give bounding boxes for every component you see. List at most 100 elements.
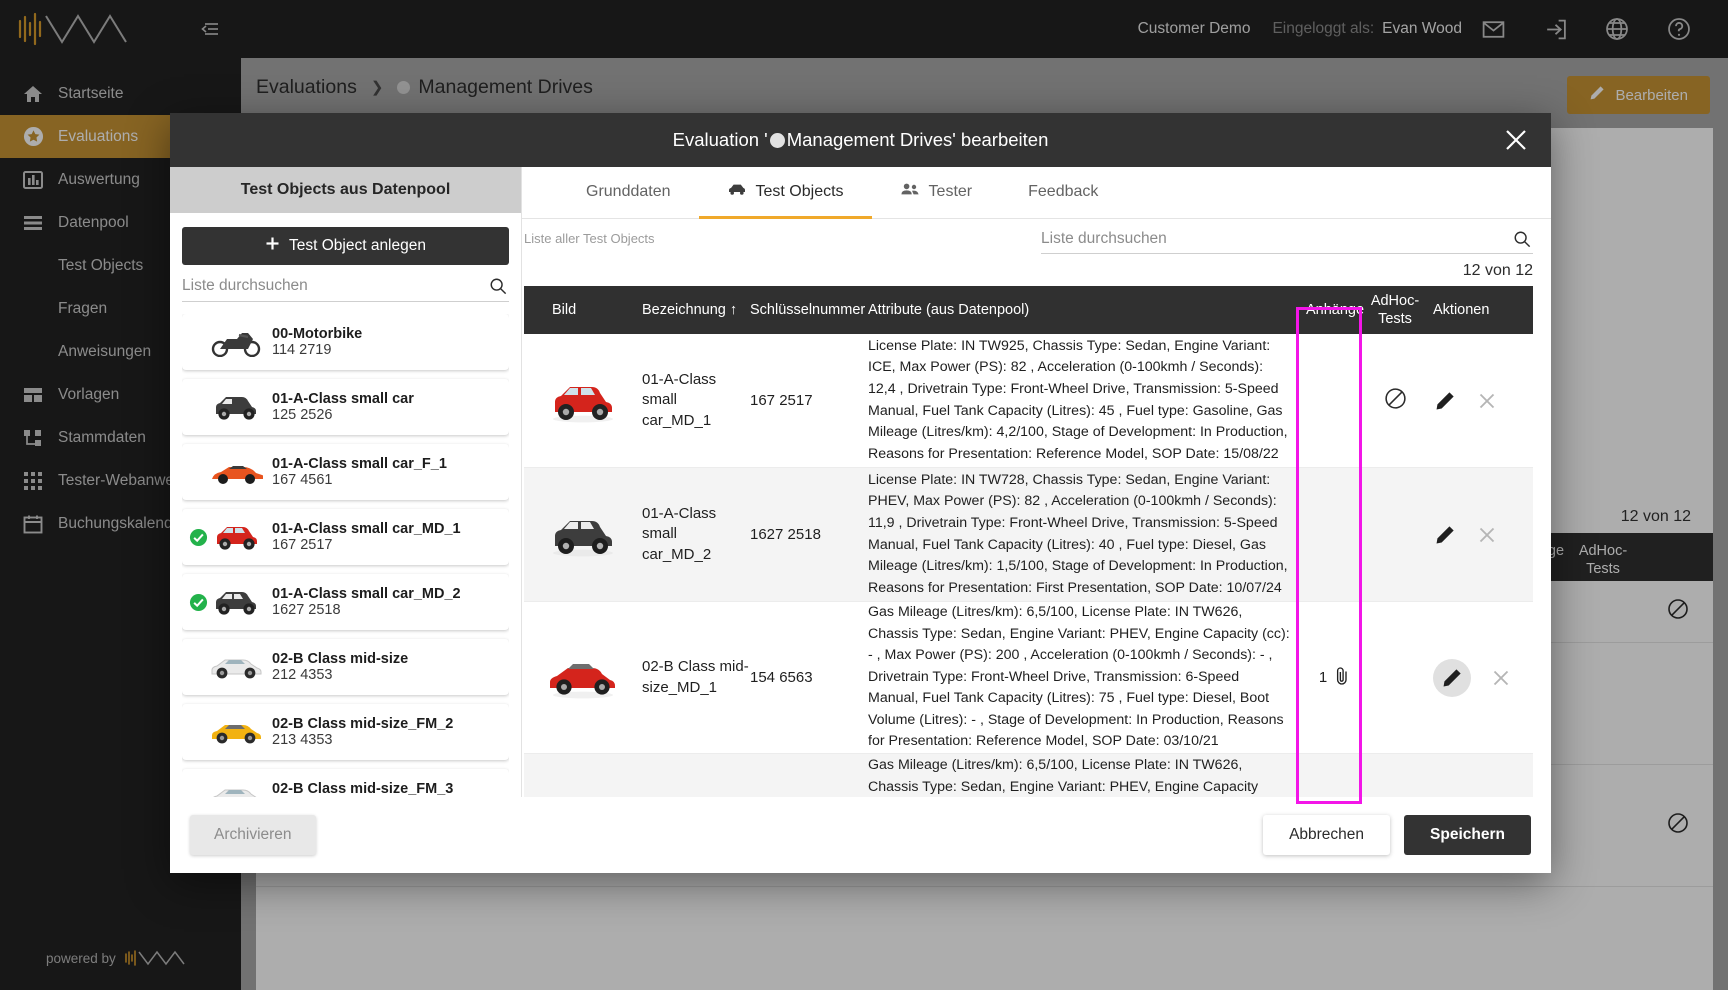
list-item-number: 212 4353 bbox=[272, 667, 333, 683]
tab-grunddaten[interactable]: Grunddaten bbox=[558, 167, 699, 219]
th-attribute[interactable]: Attribute (aus Datenpool) bbox=[868, 301, 1301, 319]
sort-asc-icon: ↑ bbox=[729, 301, 738, 318]
list-item[interactable]: 01-A-Class small car 125 2526 bbox=[182, 379, 509, 435]
th-anhaenge[interactable]: Anhänge bbox=[1301, 301, 1369, 319]
list-item-number: 1627 2518 bbox=[272, 602, 341, 618]
list-item-name: 00-Motorbike bbox=[272, 326, 363, 342]
th-bild[interactable]: Bild bbox=[524, 301, 642, 319]
row-actions bbox=[1421, 389, 1533, 413]
test-object-pool: Test Objects aus Datenpool Test Object a… bbox=[170, 167, 522, 797]
list-item-text: 00-Motorbike 114 2719 bbox=[264, 326, 362, 358]
create-test-object-label: Test Object anlegen bbox=[288, 237, 426, 254]
detail-search-input[interactable] bbox=[1041, 230, 1533, 248]
motorbike-thumb bbox=[208, 327, 264, 357]
list-item-name: 02-B Class mid-size bbox=[272, 651, 409, 667]
list-item[interactable]: 01-A-Class small car_MD_2 1627 2518 bbox=[182, 574, 509, 630]
row-attachments[interactable]: 1 bbox=[1301, 666, 1369, 690]
search-icon[interactable] bbox=[489, 277, 507, 300]
edit-evaluation-modal: Evaluation ' Management Drives ' bearbeite… bbox=[170, 113, 1551, 873]
archive-button[interactable]: Archivieren bbox=[190, 815, 316, 855]
detail-search-row bbox=[522, 230, 1551, 254]
tab-feedback[interactable]: Feedback bbox=[1000, 167, 1126, 219]
th-aktionen[interactable]: Aktionen bbox=[1421, 301, 1533, 319]
cancel-button[interactable]: Abbrechen bbox=[1263, 815, 1391, 855]
th-bezeichnung[interactable]: Bezeichnung ↑ bbox=[642, 301, 750, 319]
selected-check-icon bbox=[188, 593, 208, 612]
tab-label: Grunddaten bbox=[586, 182, 671, 200]
people-icon bbox=[900, 182, 920, 201]
row-attributes: Gas Mileage (Litres/km): 6,5/100, Licens… bbox=[868, 604, 1290, 750]
selected-check-icon bbox=[188, 528, 208, 547]
table-row[interactable]: 02-B Class mid-size_MD_1 154 6563 Gas Mi… bbox=[524, 602, 1533, 755]
pencil-icon[interactable] bbox=[1433, 389, 1457, 413]
list-item-text: 02-B Class mid-size 212 4353 bbox=[264, 651, 408, 683]
modal-title-name: Management Drives bbox=[786, 129, 953, 150]
tab-label: Tester bbox=[928, 182, 973, 200]
modal-detail: Grunddaten Test Objects Tester Feedback … bbox=[522, 167, 1551, 797]
footer-actions: Abbrechen Speichern bbox=[1263, 815, 1531, 855]
tab-test-objects[interactable]: Test Objects bbox=[698, 167, 872, 219]
list-item-text: 01-A-Class small car_MD_1 167 2517 bbox=[264, 521, 461, 553]
pool-search[interactable] bbox=[182, 277, 509, 302]
list-item-text: 01-A-Class small car_F_1 167 4561 bbox=[264, 456, 447, 488]
table-header: Bild Bezeichnung ↑ Schlüsselnummer Attri… bbox=[524, 286, 1533, 334]
list-item[interactable]: 00-Motorbike 114 2719 bbox=[182, 314, 509, 370]
close-x-icon[interactable] bbox=[1475, 389, 1499, 413]
list-item-text: 01-A-Class small car 125 2526 bbox=[264, 391, 414, 423]
list-item-name: 01-A-Class small car_F_1 bbox=[272, 456, 447, 472]
list-item-name: 02-B Class mid-size_FM_2 bbox=[272, 716, 454, 732]
list-item[interactable]: 01-A-Class small car_MD_1 167 2517 bbox=[182, 509, 509, 565]
modal-header: Evaluation ' Management Drives ' bearbeite… bbox=[170, 113, 1551, 167]
pool-search-input[interactable] bbox=[182, 277, 509, 295]
pool-header: Test Objects aus Datenpool bbox=[170, 167, 521, 213]
detail-search[interactable] bbox=[1041, 230, 1533, 254]
smallcar-white-thumb bbox=[208, 587, 264, 617]
list-item-name: 01-A-Class small car_MD_2 bbox=[272, 586, 461, 602]
tab-tester[interactable]: Tester bbox=[872, 167, 1001, 219]
row-attachment-count: 1 bbox=[1318, 669, 1328, 687]
car-icon bbox=[727, 182, 747, 201]
list-item[interactable]: 01-A-Class small car_F_1 167 4561 bbox=[182, 444, 509, 500]
modal-tabs: Grunddaten Test Objects Tester Feedback bbox=[522, 167, 1551, 219]
create-test-object-button[interactable]: Test Object anlegen bbox=[182, 227, 509, 265]
midsize-yellow-thumb bbox=[208, 717, 264, 747]
pencil-icon[interactable] bbox=[1433, 658, 1471, 697]
modal-title-suffix: ' bearbeiten bbox=[952, 129, 1049, 150]
close-x-icon[interactable] bbox=[1489, 666, 1513, 690]
pencil-icon[interactable] bbox=[1433, 523, 1457, 547]
sportscar-orange-thumb bbox=[208, 457, 264, 487]
th-bezeichnung-label: Bezeichnung bbox=[642, 301, 726, 318]
list-item[interactable]: 02-B Class mid-size_FM_2 213 4353 bbox=[182, 704, 509, 760]
th-adhoc-tests[interactable]: AdHoc- Tests bbox=[1369, 292, 1421, 328]
save-button[interactable]: Speichern bbox=[1404, 815, 1531, 855]
close-icon[interactable] bbox=[1503, 127, 1529, 153]
table-row[interactable]: 01-A-Class small car_MD_2 1627 2518 Lice… bbox=[524, 468, 1533, 602]
paperclip-icon[interactable] bbox=[1333, 666, 1351, 690]
row-adhoc[interactable] bbox=[1369, 386, 1421, 416]
modal-body: Test Objects aus Datenpool Test Object a… bbox=[170, 167, 1551, 797]
pool-list[interactable]: 00-Motorbike 114 2719 01-A-Class small c… bbox=[182, 314, 509, 797]
table-row[interactable]: Gas Mileage (Litres/km): 6,5/100, Licens… bbox=[524, 754, 1533, 797]
plus-icon bbox=[265, 236, 280, 256]
search-icon[interactable] bbox=[1513, 230, 1531, 253]
modal-footer: Archivieren Abbrechen Speichern bbox=[170, 797, 1551, 873]
row-key: 1627 2518 bbox=[750, 526, 821, 543]
smallcar-white-thumb bbox=[208, 392, 264, 422]
smallcar-red-thumb bbox=[208, 522, 264, 552]
row-name: 01-A-Class small car_MD_2 bbox=[642, 505, 717, 563]
th-schluesselnummer[interactable]: Schlüsselnummer bbox=[750, 301, 868, 319]
midsize-white-thumb bbox=[208, 782, 264, 797]
list-item-number: 213 4353 bbox=[272, 732, 333, 748]
list-item[interactable]: 02-B Class mid-size 212 4353 bbox=[182, 639, 509, 695]
tab-label: Test Objects bbox=[755, 182, 844, 200]
list-item-number: 114 2719 bbox=[272, 342, 332, 358]
app-root: Startseite Evaluations Auswertung Datenp… bbox=[0, 0, 1728, 990]
row-key: 154 6563 bbox=[750, 669, 813, 687]
list-item-number: 167 2517 bbox=[272, 537, 333, 553]
row-actions bbox=[1421, 523, 1533, 547]
row-key: 167 2517 bbox=[750, 392, 813, 409]
close-x-icon[interactable] bbox=[1475, 523, 1499, 547]
list-item[interactable]: 02-B Class mid-size_FM_3 212 4267 bbox=[182, 769, 509, 797]
test-objects-table: Bild Bezeichnung ↑ Schlüsselnummer Attri… bbox=[522, 286, 1551, 797]
table-row[interactable]: 01-A-Class small car_MD_1 167 2517 Licen… bbox=[524, 334, 1533, 468]
